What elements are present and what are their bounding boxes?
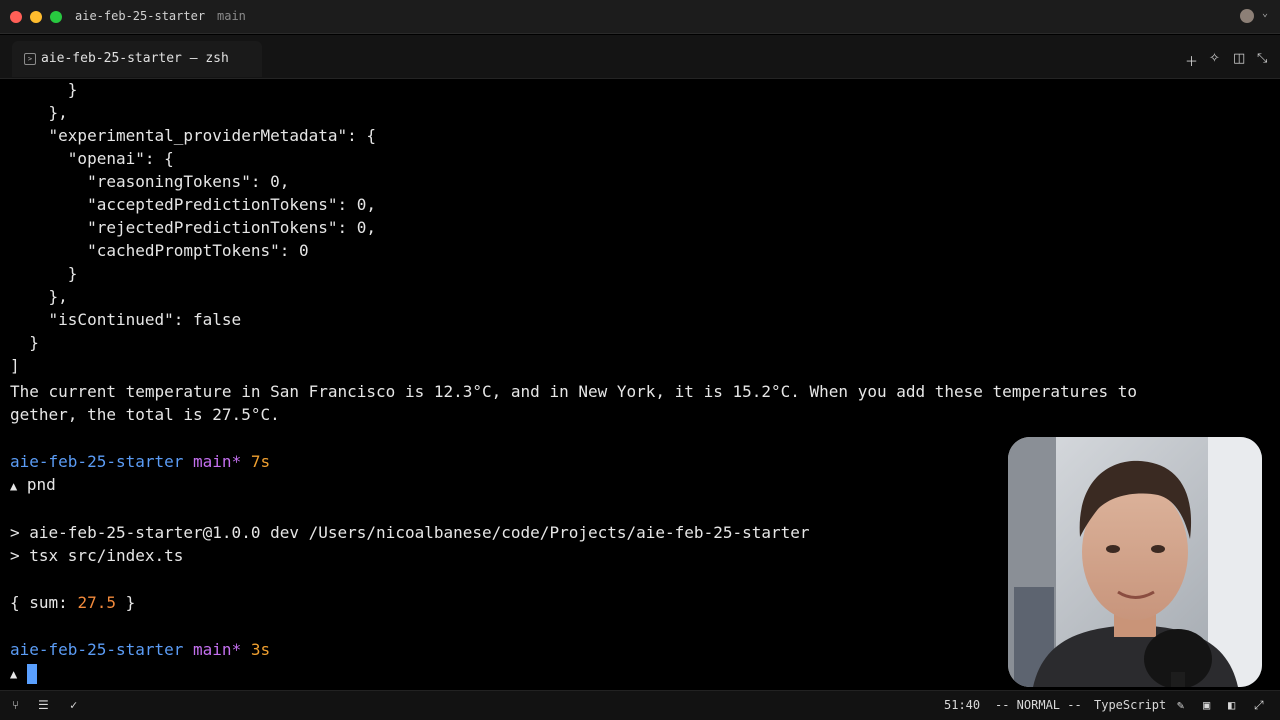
- terminal-line: "rejectedPredictionTokens": 0,: [10, 218, 377, 237]
- terminal-line: "experimental_providerMetadata": {: [10, 126, 377, 145]
- terminal-line: "reasoningTokens": 0,: [10, 172, 290, 191]
- terminal-line: }: [10, 264, 78, 283]
- npm-script-line: > tsx src/index.ts: [10, 546, 184, 565]
- minimize-window-button[interactable]: [30, 11, 42, 23]
- terminal-line: }: [10, 80, 78, 99]
- shell-command-line: ▲ pnd: [10, 473, 56, 496]
- npm-script-line: > aie-feb-25-starter@1.0.0 dev /Users/ni…: [10, 523, 810, 542]
- tab-terminal[interactable]: > aie-feb-25-starter — zsh: [12, 41, 262, 77]
- terminal-icon: >: [24, 53, 36, 65]
- vim-mode: -- NORMAL --: [995, 698, 1082, 712]
- prompt-branch: main*: [193, 640, 242, 659]
- split-icon[interactable]: ◫: [1233, 51, 1245, 66]
- terminal-toggle-icon[interactable]: ▣: [1203, 698, 1210, 712]
- webcam-overlay: [1008, 437, 1262, 687]
- prompt-duration: 7s: [250, 452, 271, 471]
- avatar[interactable]: [1240, 9, 1254, 23]
- terminal-line: ]: [10, 356, 20, 375]
- terminal-line: "openai": {: [10, 149, 174, 168]
- language-mode[interactable]: TypeScript: [1094, 698, 1166, 712]
- text-cursor: [26, 663, 37, 684]
- terminal-line: "isContinued": false: [10, 310, 242, 329]
- ai-icon[interactable]: ✎: [1177, 698, 1184, 712]
- layout-icon[interactable]: ◧: [1228, 698, 1235, 712]
- terminal-line: },: [10, 287, 68, 306]
- tab-label: aie-feb-25-starter — zsh: [41, 51, 229, 66]
- shell-prompt: aie-feb-25-starter main* 3s: [10, 638, 270, 661]
- git-branch-icon[interactable]: ⑂: [12, 698, 19, 712]
- chevron-down-icon[interactable]: ⌄: [1262, 8, 1268, 19]
- shell-command: pnd: [26, 475, 56, 494]
- prompt-branch: main*: [193, 452, 242, 471]
- output-open: { sum:: [10, 593, 78, 612]
- status-bar: ⑂ ☰ ✓ 51:40 -- NORMAL -- TypeScript ✎ ▣ …: [0, 690, 1280, 720]
- response-text-line: The current temperature in San Francisco…: [10, 382, 1138, 401]
- terminal-line: },: [10, 103, 68, 122]
- tab-bar: > aie-feb-25-starter — zsh ＋ ✧ ◫ ⤡: [0, 35, 1280, 79]
- window-titlebar: aie-feb-25-starter main ⌄: [0, 0, 1280, 34]
- prompt-symbol: ▲: [10, 667, 18, 681]
- presenter-video: [1008, 437, 1262, 687]
- expand-icon[interactable]: ⤢: [1254, 698, 1264, 713]
- collapse-icon[interactable]: ⤡: [1257, 51, 1267, 66]
- prompt-dir: aie-feb-25-starter: [10, 452, 184, 471]
- shell-input-line[interactable]: ▲: [10, 661, 37, 684]
- terminal-line: }: [10, 333, 39, 352]
- check-icon[interactable]: ✓: [70, 698, 77, 712]
- shell-prompt: aie-feb-25-starter main* 7s: [10, 450, 270, 473]
- response-text-line: gether, the total is 27.5°C.: [10, 405, 280, 424]
- close-window-button[interactable]: [10, 11, 22, 23]
- prompt-dir: aie-feb-25-starter: [10, 640, 184, 659]
- plus-icon[interactable]: ＋: [1185, 51, 1198, 70]
- sparkle-icon[interactable]: ✧: [1209, 51, 1220, 66]
- sum-value: 27.5: [77, 593, 116, 612]
- program-output: { sum: 27.5 }: [10, 591, 135, 614]
- prompt-duration: 3s: [250, 640, 271, 659]
- cursor-position: 51:40: [944, 698, 981, 712]
- list-icon[interactable]: ☰: [38, 698, 49, 712]
- output-close: }: [115, 593, 136, 612]
- terminal-line: "acceptedPredictionTokens": 0,: [10, 195, 377, 214]
- window-branch: main: [217, 9, 246, 23]
- window-title: aie-feb-25-starter: [75, 9, 206, 23]
- terminal-line: "cachedPromptTokens": 0: [10, 241, 309, 260]
- prompt-symbol: ▲: [10, 479, 18, 493]
- zoom-window-button[interactable]: [50, 11, 62, 23]
